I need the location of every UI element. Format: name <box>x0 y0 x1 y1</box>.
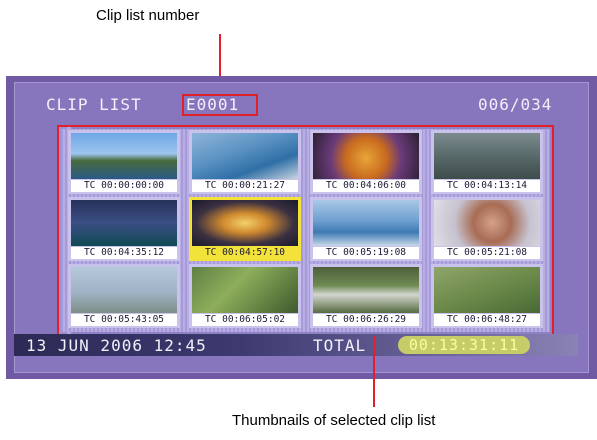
timecode-label: TC 00:00:21:27 <box>192 180 298 192</box>
timecode-label: TC 00:05:19:08 <box>313 247 419 259</box>
clip-thumbnail[interactable]: TC 00:05:19:08 <box>310 197 422 261</box>
thumbnail-image <box>434 267 540 313</box>
clip-thumbnail-selected[interactable]: TC 00:04:57:10 <box>189 197 301 261</box>
clip-thumbnail[interactable]: TC 00:04:13:14 <box>431 130 543 194</box>
thumbnail-image <box>313 267 419 313</box>
clip-thumbnail[interactable]: TC 00:06:48:27 <box>431 264 543 328</box>
total-duration: 00:13:31:11 <box>398 336 530 354</box>
screen-title: CLIP LIST <box>46 95 142 114</box>
total-label: TOTAL <box>313 336 367 355</box>
clip-thumbnail[interactable]: TC 00:06:26:29 <box>310 264 422 328</box>
clip-thumbnail[interactable]: TC 00:04:06:00 <box>310 130 422 194</box>
thumbnail-image <box>434 133 540 179</box>
thumbnail-image <box>71 267 177 313</box>
annotation-thumbnails: Thumbnails of selected clip list <box>232 412 436 429</box>
timecode-label: TC 00:04:35:12 <box>71 247 177 259</box>
timecode-label: TC 00:04:57:10 <box>192 247 298 259</box>
clip-list-number: E0001 <box>182 94 258 116</box>
date-time: 13 JUN 2006 12:45 <box>26 336 207 355</box>
timecode-label: TC 00:00:00:00 <box>71 180 177 192</box>
clip-thumbnail[interactable]: TC 00:06:05:02 <box>189 264 301 328</box>
clip-thumbnail[interactable]: TC 00:04:35:12 <box>68 197 180 261</box>
thumbnail-image <box>192 200 298 246</box>
clip-thumbnail[interactable]: TC 00:05:21:08 <box>431 197 543 261</box>
clip-count: 006/034 <box>478 95 553 114</box>
callout-line-bottom <box>373 336 375 407</box>
timecode-label: TC 00:05:21:08 <box>434 247 540 259</box>
timecode-label: TC 00:06:26:29 <box>313 314 419 326</box>
timecode-label: TC 00:06:48:27 <box>434 314 540 326</box>
annotation-clip-list-number: Clip list number <box>96 7 200 24</box>
thumbnail-grid: TC 00:00:00:00 TC 00:00:21:27 TC 00:04:0… <box>57 125 554 336</box>
thumbnail-image <box>71 133 177 179</box>
timecode-label: TC 00:05:43:05 <box>71 314 177 326</box>
clip-thumbnail[interactable]: TC 00:00:00:00 <box>68 130 180 194</box>
thumbnail-image <box>313 133 419 179</box>
clip-thumbnail[interactable]: TC 00:05:43:05 <box>68 264 180 328</box>
thumbnail-image <box>71 200 177 246</box>
timecode-label: TC 00:04:06:00 <box>313 180 419 192</box>
thumbnail-image <box>434 200 540 246</box>
thumbnail-image <box>192 133 298 179</box>
timecode-label: TC 00:06:05:02 <box>192 314 298 326</box>
clip-thumbnail[interactable]: TC 00:00:21:27 <box>189 130 301 194</box>
thumbnail-image <box>313 200 419 246</box>
thumbnail-image <box>192 267 298 313</box>
timecode-label: TC 00:04:13:14 <box>434 180 540 192</box>
